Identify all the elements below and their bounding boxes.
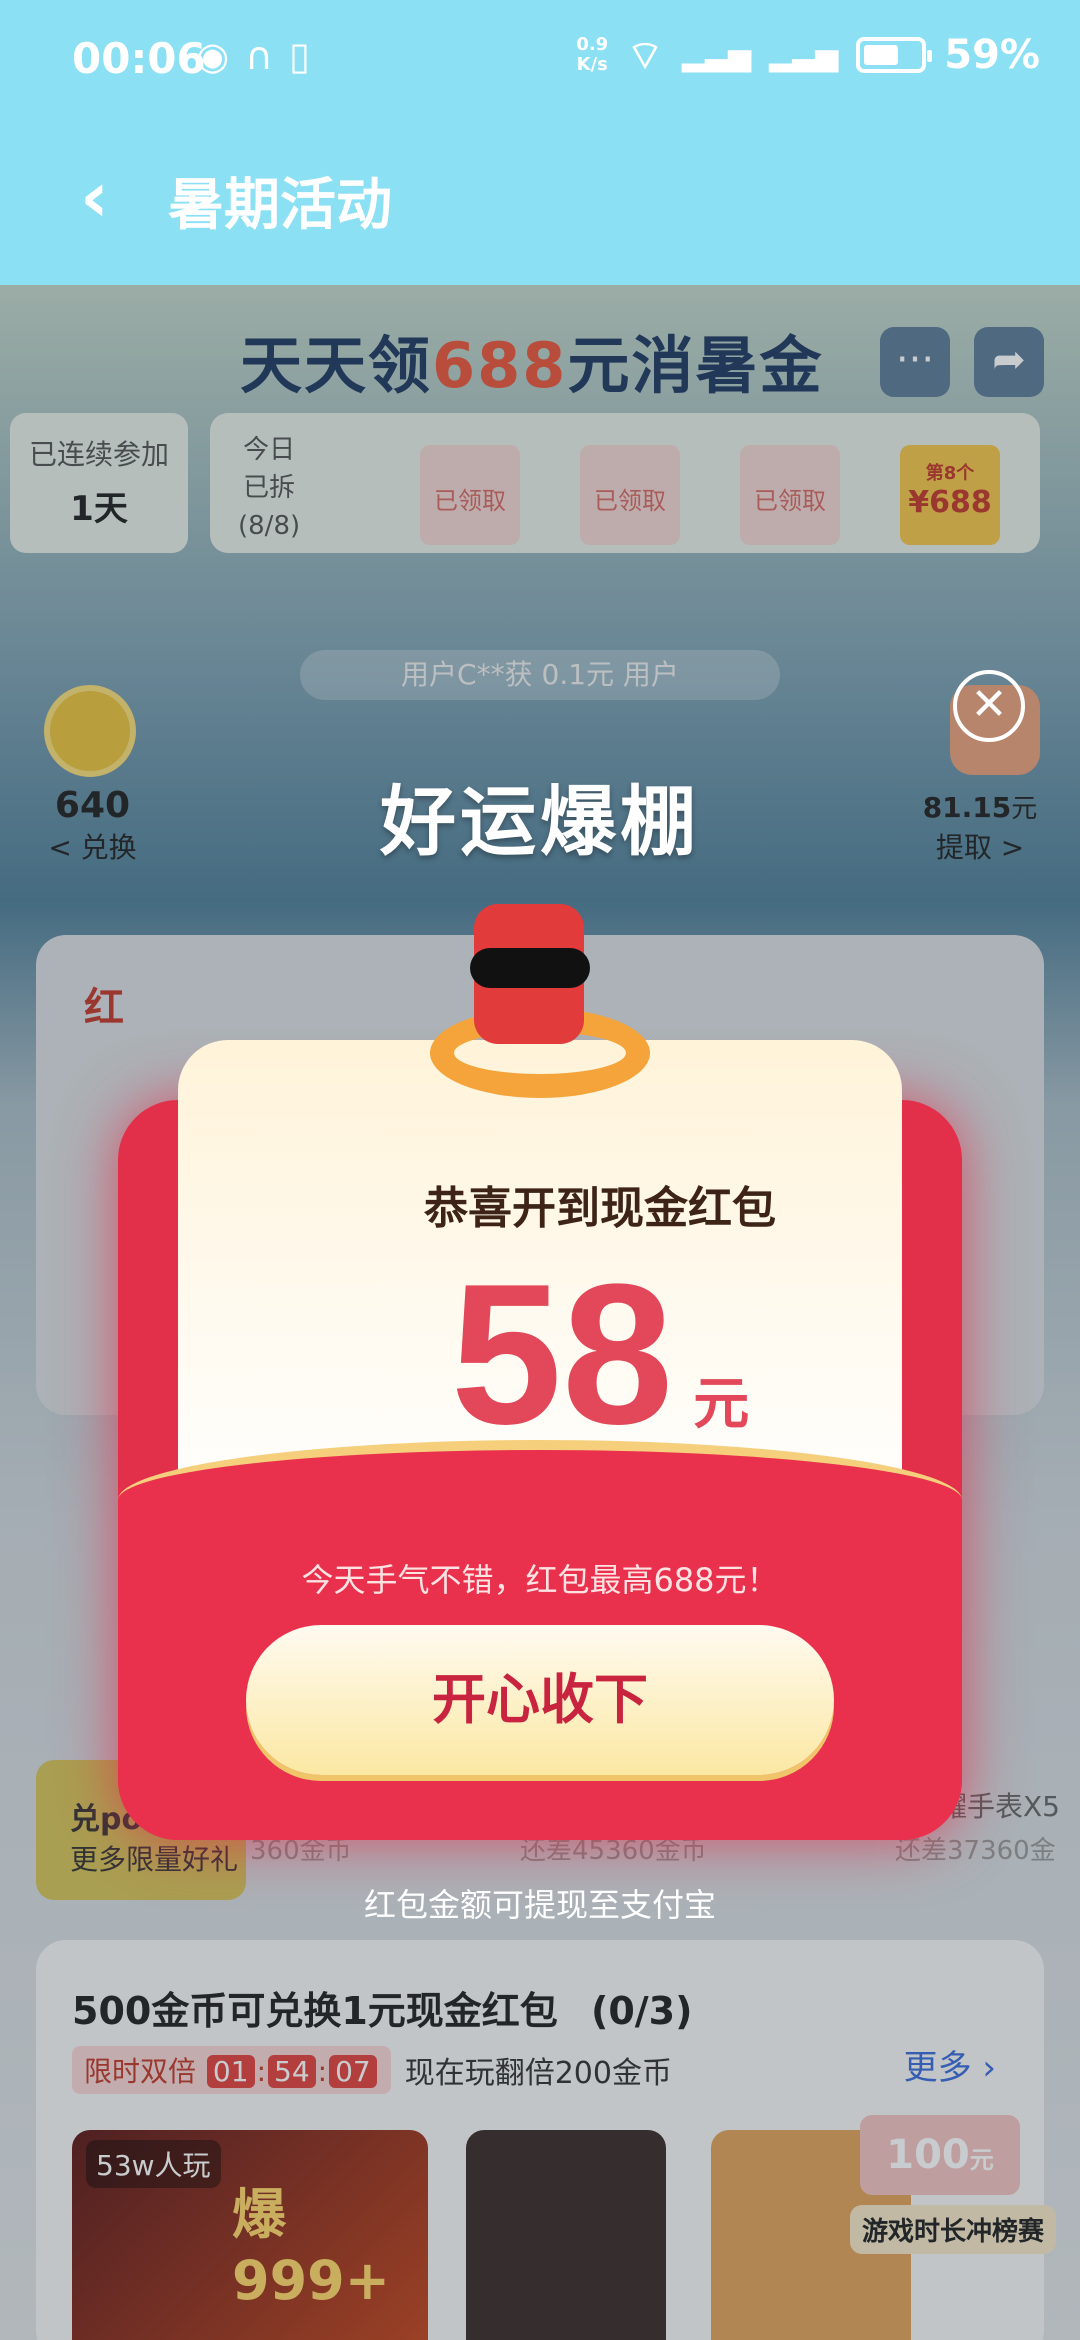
- redpacket-modal: 恭喜开到现金红包 58 元 今天手气不错，红包最高688元！ 开心收下: [118, 1040, 962, 1840]
- eye-icon: ◉: [196, 34, 230, 78]
- network-speed: 0.9 K/s: [576, 34, 609, 75]
- modal-headline: 好运爆棚: [380, 777, 700, 866]
- battery-icon: [856, 37, 933, 73]
- signal-5g-icon: ▂▃▅: [681, 37, 752, 73]
- wifi-icon: ⌔: [626, 33, 664, 79]
- vibrate-icon: ▯: [289, 34, 310, 78]
- close-button[interactable]: ✕: [953, 670, 1025, 742]
- status-bar: 00:06 ◉ ∩ ▯ 0.9 K/s ⌔ ▂▃▅ ▂▃▅ 59%: [0, 0, 1080, 120]
- status-time: 00:06: [72, 34, 206, 83]
- top-bar: 00:06 ◉ ∩ ▯ 0.9 K/s ⌔ ▂▃▅ ▂▃▅ 59% ‹ 暑期活动: [0, 0, 1080, 285]
- withdraw-tip: 红包金额可提现至支付宝: [363, 1886, 716, 1924]
- page-title: 暑期活动: [168, 173, 392, 238]
- signal-icon: ▂▃▅: [769, 37, 839, 73]
- accept-button[interactable]: 开心收下: [246, 1625, 834, 1775]
- back-button[interactable]: ‹: [80, 156, 109, 238]
- congrats-text: 恭喜开到现金红包: [424, 1183, 776, 1234]
- page-header: ‹ 暑期活动: [0, 140, 1080, 250]
- battery-percent: 59%: [944, 32, 1040, 78]
- mascot-icon: [430, 890, 650, 1100]
- reward-amount: 58 元: [450, 1243, 750, 1466]
- luck-tip: 今天手气不错，红包最高688元！: [301, 1561, 779, 1599]
- headphones-icon: ∩: [245, 34, 273, 78]
